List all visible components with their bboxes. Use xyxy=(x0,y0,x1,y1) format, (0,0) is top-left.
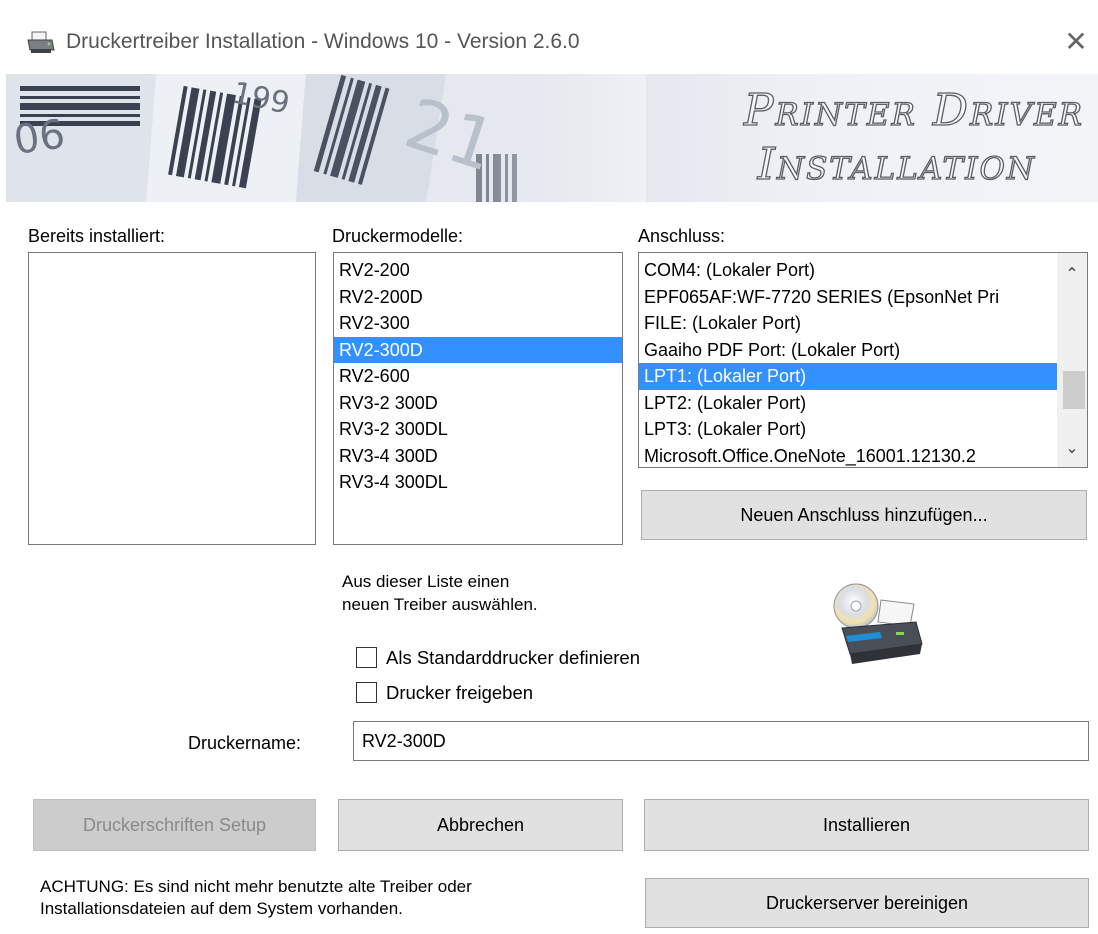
share-printer-label[interactable]: Drucker freigeben xyxy=(386,682,533,704)
model-item[interactable]: RV3-4 300DL xyxy=(334,469,622,496)
scrollbar-thumb[interactable] xyxy=(1063,371,1085,409)
printer-name-input[interactable]: RV2-300D xyxy=(353,721,1089,761)
model-item[interactable]: RV2-200 xyxy=(334,257,622,284)
warning-text: ACHTUNG: Es sind nicht mehr benutzte alt… xyxy=(40,876,472,920)
hint-text: Aus dieser Liste einen neuen Treiber aus… xyxy=(342,570,538,616)
port-item[interactable]: Gaaiho PDF Port: (Lokaler Port) xyxy=(639,337,1057,364)
installed-label: Bereits installiert: xyxy=(28,226,166,246)
port-item[interactable]: FILE: (Lokaler Port) xyxy=(639,310,1057,337)
model-item-selected[interactable]: RV2-300D xyxy=(334,336,622,363)
barcode-banner-graphic: 06 199 21 xyxy=(6,74,646,202)
install-button[interactable]: Installieren xyxy=(644,799,1089,851)
model-item[interactable]: RV3-2 300D xyxy=(334,390,622,417)
chevron-down-icon[interactable]: ⌄ xyxy=(1057,435,1087,463)
header-banner: 06 199 21 Printer Driver Installation xyxy=(6,74,1098,202)
default-printer-label[interactable]: Als Standarddrucker definieren xyxy=(386,647,640,669)
model-item[interactable]: RV3-2 300DL xyxy=(334,416,622,443)
cleanup-server-button[interactable]: Druckerserver bereinigen xyxy=(645,878,1089,928)
port-item[interactable]: LPT2: (Lokaler Port) xyxy=(639,390,1057,417)
warning-line2: Installationsdateien auf dem System vorh… xyxy=(40,899,403,918)
warning-line1: ACHTUNG: Es sind nicht mehr benutzte alt… xyxy=(40,877,472,896)
fonts-setup-button: Druckerschriften Setup xyxy=(33,799,316,851)
ports-label: Anschluss: xyxy=(638,226,726,246)
close-icon[interactable]: ✕ xyxy=(1062,28,1090,56)
installed-listbox[interactable] xyxy=(28,252,316,545)
model-item[interactable]: RV2-200D xyxy=(334,284,622,311)
banner-title-line2: Installation xyxy=(757,138,1036,190)
port-item[interactable]: Microsoft.Office.OneNote_16001.12130.2 xyxy=(639,443,1057,468)
ports-scrollbar[interactable]: ⌃ ⌄ xyxy=(1057,253,1087,467)
port-item[interactable]: COM4: (Lokaler Port) xyxy=(639,257,1057,284)
models-listbox[interactable]: RV2-200 RV2-200D RV2-300 RV2-300D RV2-60… xyxy=(333,252,623,545)
hint-line1: Aus dieser Liste einen xyxy=(342,572,510,591)
model-item[interactable]: RV3-4 300D xyxy=(334,443,622,470)
cancel-button[interactable]: Abbrechen xyxy=(338,799,623,851)
banner-title-line1: Printer Driver xyxy=(743,84,1084,136)
model-item[interactable]: RV2-600 xyxy=(334,363,622,390)
ports-listbox[interactable]: COM4: (Lokaler Port) EPF065AF:WF-7720 SE… xyxy=(638,252,1088,468)
printer-app-icon xyxy=(27,31,55,53)
hint-line2: neuen Treiber auswählen. xyxy=(342,595,538,614)
models-label: Druckermodelle: xyxy=(332,226,464,246)
port-item[interactable]: EPF065AF:WF-7720 SERIES (EpsonNet Pri xyxy=(639,284,1057,311)
model-item[interactable]: RV2-300 xyxy=(334,310,622,337)
port-item-selected[interactable]: LPT1: (Lokaler Port) xyxy=(639,363,1057,390)
window-title: Druckertreiber Installation - Windows 10… xyxy=(66,30,580,53)
share-printer-checkbox[interactable] xyxy=(356,682,377,703)
printer-name-label: Druckername: xyxy=(188,733,302,753)
chevron-up-icon[interactable]: ⌃ xyxy=(1057,261,1087,289)
title-bar: Druckertreiber Installation - Windows 10… xyxy=(0,0,1098,74)
banner-title: Printer Driver Installation xyxy=(743,84,1084,192)
port-item[interactable]: LPT3: (Lokaler Port) xyxy=(639,416,1057,443)
printer-cd-icon xyxy=(833,583,923,664)
add-port-button[interactable]: Neuen Anschluss hinzufügen... xyxy=(641,490,1087,540)
default-printer-checkbox[interactable] xyxy=(356,647,377,668)
